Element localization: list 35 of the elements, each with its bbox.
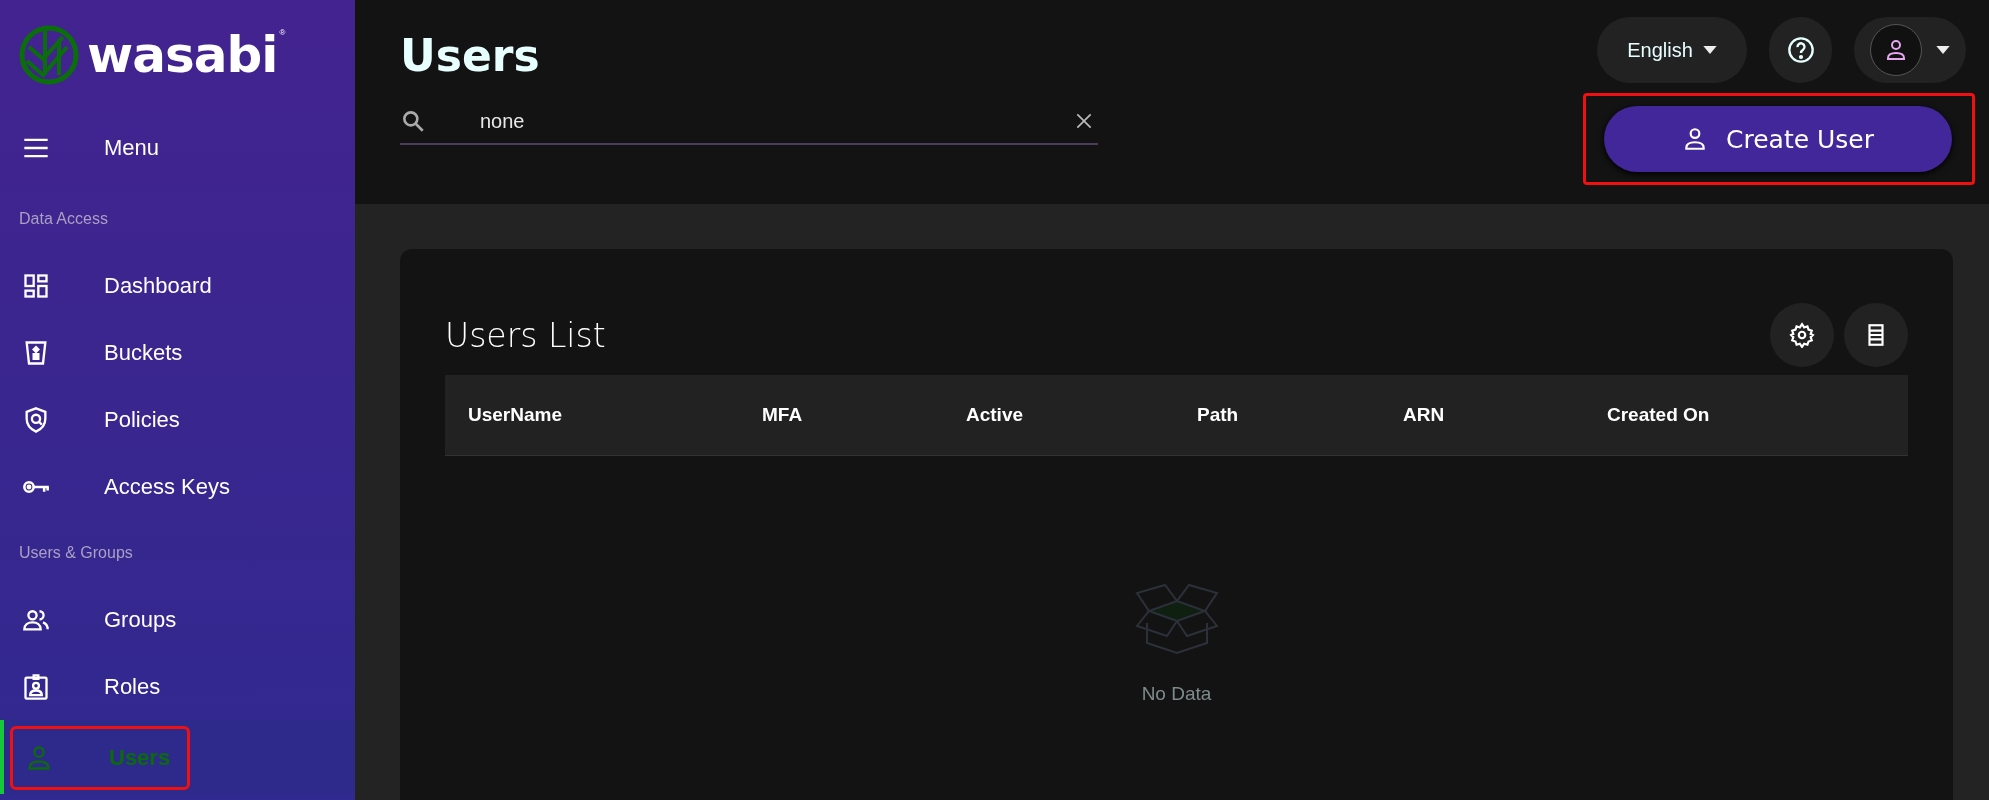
nav-item[interactable]: Dashboard — [0, 252, 355, 319]
card-title: Users List — [445, 315, 606, 355]
nav-item[interactable]: Buckets — [0, 319, 355, 386]
column-header: Active — [966, 404, 1025, 426]
nav-item[interactable]: Roles — [0, 653, 355, 720]
section-heading: Data Access — [18, 209, 109, 229]
help-icon — [1786, 36, 1815, 64]
create-user-button[interactable]: Create User — [1604, 106, 1952, 172]
section-heading: Users & Groups — [18, 543, 134, 563]
search-field[interactable]: none — [436, 103, 1074, 139]
column-header: MFA — [762, 404, 804, 426]
language-dropdown[interactable]: English — [1597, 17, 1747, 83]
id-badge-icon — [22, 672, 50, 701]
caret-icon — [1936, 46, 1950, 54]
menu-button[interactable]: Menu — [0, 110, 355, 186]
column-header: UserName — [468, 404, 563, 426]
person-icon — [1682, 126, 1708, 152]
trademark-sign: ® — [279, 28, 286, 37]
empty-state-text: No Data — [1141, 683, 1212, 705]
search-icon — [400, 108, 426, 134]
nav-item[interactable]: Access Keys — [0, 453, 355, 520]
person-icon — [1884, 38, 1908, 62]
dashboard-icon — [22, 271, 50, 300]
column-header: Created On — [1607, 404, 1711, 426]
column-header: Path — [1197, 404, 1240, 426]
page-title: Users — [400, 30, 541, 81]
close-icon[interactable] — [1074, 111, 1094, 131]
bucket-icon — [22, 338, 50, 367]
nav-item[interactable]: Groups — [0, 586, 355, 653]
caret-icon — [1702, 46, 1717, 54]
logo-icon — [19, 25, 79, 85]
nav-item[interactable]: Policies — [0, 386, 355, 453]
column-header: ARN — [1403, 404, 1446, 426]
logo-wordmark: wasabi — [87, 30, 278, 80]
settings-icon — [1789, 322, 1815, 348]
